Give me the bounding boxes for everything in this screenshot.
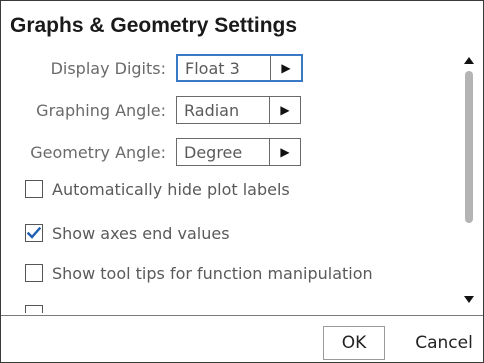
settings-dialog: Graphs & Geometry Settings Display Digit… [0,0,484,363]
show-axes-end-values-checkbox[interactable] [25,224,43,242]
show-axes-end-values-option[interactable]: Show axes end values [25,221,230,245]
geometry-angle-row: Geometry Angle: Degree ▶ [1,135,301,169]
show-tool-tips-label: Show tool tips for function manipulation [52,263,373,283]
scrollbar-thumb[interactable] [465,71,473,223]
arrow-up-icon[interactable] [464,57,474,64]
hide-plot-labels-option[interactable]: Automatically hide plot labels [25,177,290,201]
dialog-title: Graphs & Geometry Settings [10,14,298,37]
geometry-angle-value: Degree [184,142,243,162]
triangle-right-icon[interactable]: ▶ [270,56,301,80]
cancel-button[interactable]: Cancel [409,326,479,360]
partially-visible-checkbox[interactable] [25,305,43,313]
display-digits-value: Float 3 [185,58,240,78]
display-digits-label: Display Digits: [50,58,166,78]
geometry-angle-label: Geometry Angle: [30,142,166,162]
graphing-angle-row: Graphing Angle: Radian ▶ [1,93,301,127]
hide-plot-labels-label: Automatically hide plot labels [52,179,290,199]
display-digits-row: Display Digits: Float 3 ▶ [1,51,303,85]
settings-content: Display Digits: Float 3 ▶ Graphing Angle… [1,49,457,314]
vertical-scrollbar[interactable] [462,49,476,307]
footer-divider [1,315,483,316]
triangle-right-icon[interactable]: ▶ [269,139,300,165]
show-tool-tips-checkbox[interactable] [25,264,43,282]
checkmark-icon [27,227,41,239]
show-axes-end-values-label: Show axes end values [52,223,230,243]
hide-plot-labels-checkbox[interactable] [25,180,43,198]
graphing-angle-select[interactable]: Radian ▶ [176,96,301,124]
geometry-angle-select[interactable]: Degree ▶ [176,138,301,166]
ok-button[interactable]: OK [323,326,385,360]
show-tool-tips-option[interactable]: Show tool tips for function manipulation [25,261,373,285]
graphing-angle-value: Radian [184,100,240,120]
triangle-right-icon[interactable]: ▶ [269,97,300,123]
display-digits-select[interactable]: Float 3 ▶ [176,54,303,82]
graphing-angle-label: Graphing Angle: [36,100,166,120]
arrow-down-icon[interactable] [464,296,474,303]
